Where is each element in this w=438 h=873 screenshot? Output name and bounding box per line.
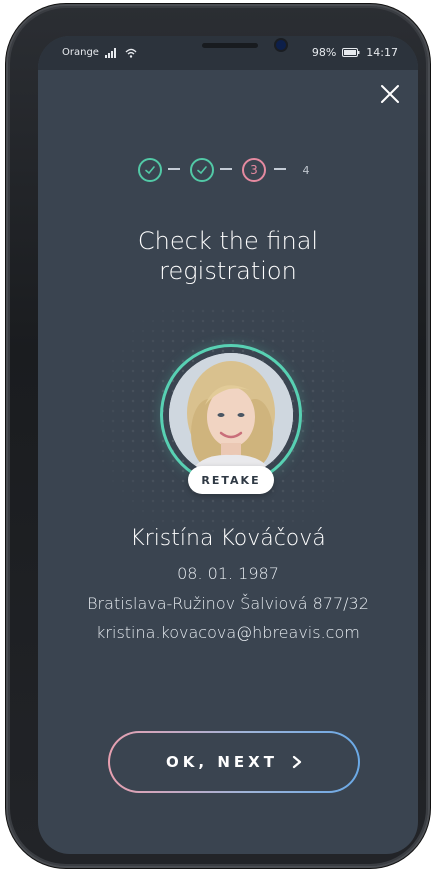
app-screen: Orange 98% 14:17 3 4 Check the final reg… (38, 36, 418, 854)
check-icon (145, 166, 155, 175)
user-photo (169, 353, 293, 477)
carrier-label: Orange (62, 47, 99, 58)
title-line-1: Check the final (137, 227, 319, 255)
user-address: Bratislava-Ružinov Šalviová 877/32 (87, 594, 369, 613)
close-icon[interactable] (378, 82, 402, 106)
earpiece-speaker (202, 43, 258, 48)
retake-button[interactable]: RETAKE (188, 466, 274, 494)
status-right: 98% 14:17 (312, 46, 398, 59)
step-3-current: 3 (242, 158, 266, 182)
user-email: kristina.kovacova@hbreavis.com (96, 623, 360, 642)
phone-frame: Orange 98% 14:17 3 4 Check the final reg… (8, 6, 428, 866)
ok-next-label: OK, NEXT (166, 753, 278, 771)
check-icon (197, 166, 207, 175)
title-line-2: registration (159, 257, 297, 285)
step-1-done (138, 158, 162, 182)
status-left: Orange (62, 47, 137, 58)
avatar (169, 353, 293, 477)
page-title: Check the final registration (38, 226, 418, 286)
wifi-icon (125, 48, 137, 58)
registration-stepper: 3 4 (38, 156, 418, 184)
user-dob: 08. 01. 1987 (177, 564, 279, 583)
chevron-right-icon (292, 755, 302, 769)
step-2-done (190, 158, 214, 182)
step-4-todo: 4 (302, 163, 310, 177)
signal-icon (104, 47, 116, 58)
ok-next-button[interactable]: OK, NEXT (108, 731, 360, 793)
front-camera (276, 40, 286, 50)
clock: 14:17 (366, 46, 398, 59)
battery-icon (342, 48, 360, 57)
user-name: Kristína Kováčová (130, 526, 326, 551)
avatar-ring (160, 344, 302, 486)
status-bar: Orange 98% 14:17 (38, 36, 418, 70)
step-divider (274, 168, 286, 170)
step-divider (168, 168, 180, 170)
battery-percent: 98% (311, 46, 337, 59)
step-divider (220, 168, 232, 170)
